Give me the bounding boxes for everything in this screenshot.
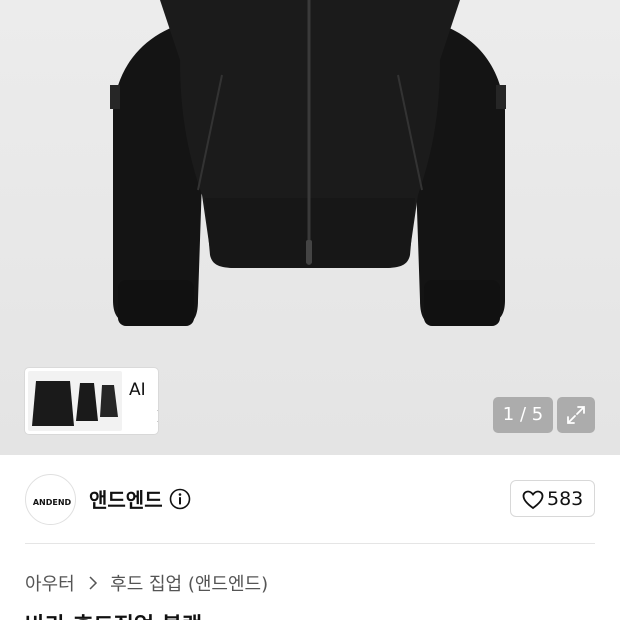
expand-button[interactable] [557,397,595,433]
brand-name[interactable]: 앤드엔드 [89,484,163,513]
like-button[interactable]: 583 [510,480,595,517]
breadcrumb-item-subcategory[interactable]: 후드 집업 (앤드엔드) [110,574,268,595]
ai-label: AI [129,380,146,400]
brand-logo-text: ANDEND [33,498,72,507]
brand-row: ANDEND 앤드엔드 583 [0,455,620,543]
heart-outline-icon [522,490,544,510]
product-page: AI 1 / 5 ANDEND 앤드엔드 583 아우터 후드 집업 (앤드엔드… [0,0,620,620]
product-title: 바라 후드집업 블랙 [25,608,202,620]
product-image-gallery[interactable]: AI 1 / 5 [0,0,620,455]
expand-icon [567,406,585,424]
chevron-right-icon [157,410,158,422]
info-icon[interactable] [169,488,191,510]
ai-recommend-card[interactable]: AI [25,368,158,434]
breadcrumb: 아우터 후드 집업 (앤드엔드) [25,570,268,596]
ai-thumbnail [28,371,122,431]
breadcrumb-item-category[interactable]: 아우터 [25,574,75,595]
divider [25,543,595,544]
like-count: 583 [547,488,584,510]
brand-logo[interactable]: ANDEND [25,474,76,525]
image-counter: 1 / 5 [493,397,553,433]
chevron-right-icon [89,576,98,590]
